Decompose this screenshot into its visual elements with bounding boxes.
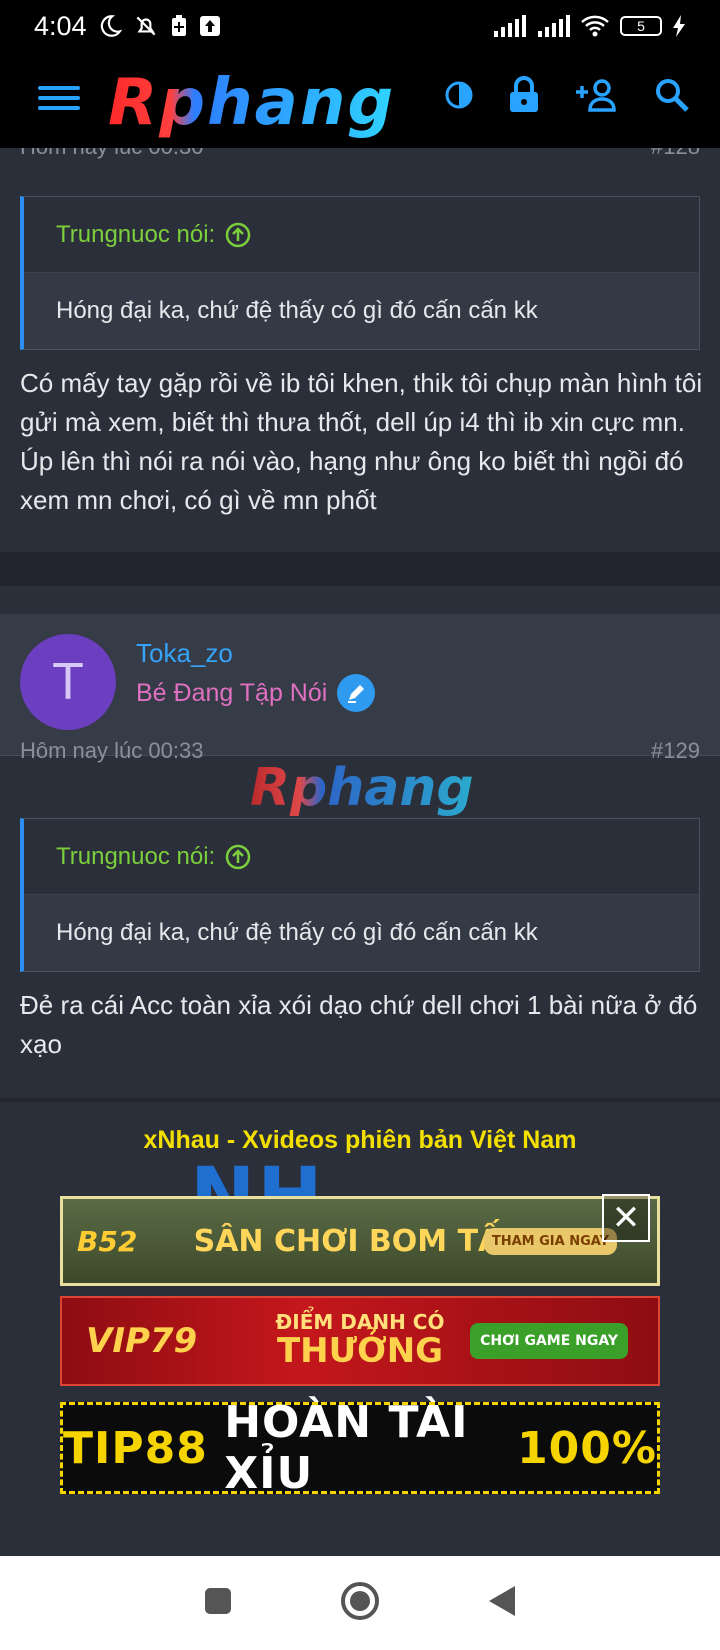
recent-apps-icon[interactable] [203,1586,233,1621]
ad-banner-b52[interactable]: B52 SÂN CHƠI BOM TẤN THAM GIA NGAY [60,1196,660,1286]
post-body: Có mấy tay gặp rồi về ib tôi khen, thik … [20,368,703,515]
site-logo[interactable]: Rphang [108,66,395,140]
b52-text: SÂN CHƠI BOM TẤN [193,1223,527,1259]
top-navigation: Rphang [0,52,720,148]
post-time[interactable]: Hôm nay lúc 00:33 [20,738,203,764]
avatar[interactable]: T [20,634,116,730]
signal-icon-2 [536,15,570,37]
go-to-quote-icon[interactable] [225,222,251,248]
go-to-quote-icon[interactable] [225,844,251,870]
lock-icon[interactable] [508,76,540,114]
post-header-partial: Hôm nay lúc 00:30 #128 [20,148,700,160]
thread-content: Hôm nay lúc 00:30 #128 Trungnuoc nói: Hó… [0,148,720,1556]
quote-header[interactable]: Trungnuoc nói: [24,819,699,895]
post-author-block: T Toka_zo Bé Đang Tập Nói [0,614,720,756]
charging-icon [672,15,686,37]
ad-title-link[interactable]: xNhau - Xvideos phiên bản Việt Nam [0,1126,720,1155]
signal-icon [492,15,526,37]
quote-text: Hóng đại ka, chứ đệ thấy có gì đó cấn cấ… [56,297,538,324]
tip88-logo: TIP88 [63,1422,208,1474]
moon-icon [97,13,123,39]
b52-cta[interactable]: THAM GIA NGAY [483,1227,617,1255]
post-time[interactable]: Hôm nay lúc 00:30 [20,148,203,160]
vip79-cta[interactable]: CHƠI GAME NGAY [470,1323,628,1359]
quote-author[interactable]: Trungnuoc nói: [56,221,215,249]
home-icon[interactable] [340,1581,380,1626]
battery-saver-icon [169,14,189,38]
search-icon[interactable] [654,77,690,113]
ad-banner-tip88[interactable]: TIP88 HOÀN TÀI XỈU 100% [60,1397,660,1499]
quote-block: Trungnuoc nói: Hóng đại ka, chứ đệ thấy … [20,196,700,350]
vip79-line1: ĐIỂM DANH CÓ [275,1310,445,1335]
close-ad-button[interactable]: ✕ [602,1194,650,1242]
watermark-logo: Rphang [250,758,474,818]
notifications-off-icon [133,13,159,39]
clock: 4:04 [34,10,87,41]
quote-block: Trungnuoc nói: Hóng đại ka, chứ đệ thấy … [20,818,700,972]
ad-banner-vip79[interactable]: VIP79 ĐIỂM DANH CÓ THƯỞNG CHƠI GAME NGAY [60,1296,660,1386]
tip88-text: HOÀN TÀI XỈU [224,1397,469,1499]
vip79-logo: VIP79 [86,1321,198,1361]
post-body: Đẻ ra cái Acc toàn xỉa xói dạo chứ dell … [20,990,698,1059]
quote-header[interactable]: Trungnuoc nói: [24,197,699,273]
quote-text: Hóng đại ka, chứ đệ thấy có gì đó cấn cấ… [56,919,538,946]
wifi-icon [580,14,610,38]
advertisement-area: xNhau - Xvideos phiên bản Việt Nam NH B5… [0,1102,720,1556]
user-title-text: Bé Đang Tập Nói [136,678,328,707]
menu-icon[interactable] [38,80,80,120]
add-user-icon[interactable] [574,78,620,112]
post-number[interactable]: #128 [651,148,700,160]
post-number[interactable]: #129 [651,738,700,764]
status-bar: 4:04 5 [0,0,720,52]
system-navigation-bar [0,1556,720,1650]
b52-logo: B52 [77,1224,138,1258]
verified-badge-icon [337,674,376,712]
vip79-line2: THƯỞNG [276,1331,444,1372]
back-icon[interactable] [487,1584,517,1623]
post-separator [0,552,720,586]
tip88-percent: 100% [517,1422,657,1474]
username[interactable]: Toka_zo [136,638,233,669]
battery-indicator: 5 [620,16,662,36]
user-title: Bé Đang Tập Nói [136,674,376,712]
upload-icon [199,15,221,37]
quote-author[interactable]: Trungnuoc nói: [56,843,215,871]
theme-toggle-icon[interactable] [444,80,474,110]
